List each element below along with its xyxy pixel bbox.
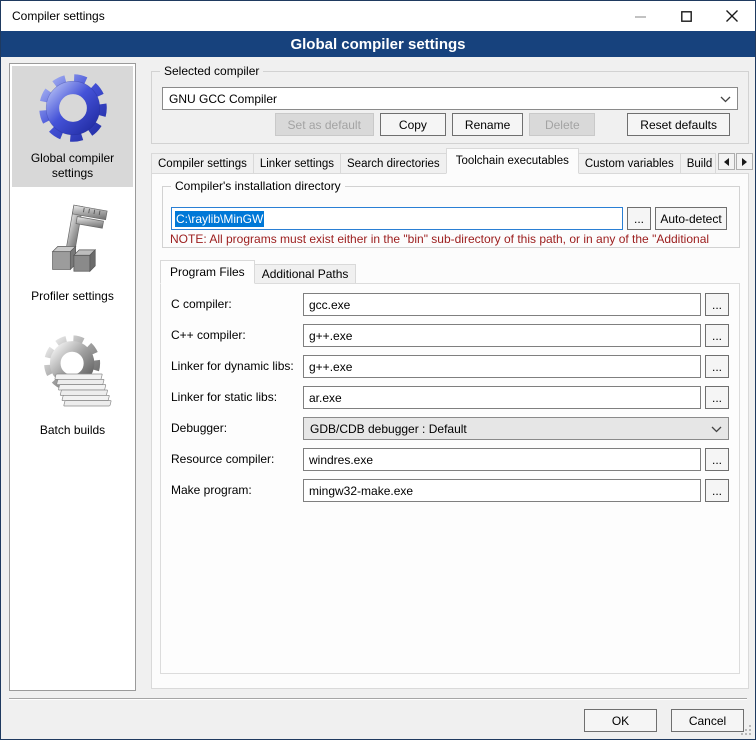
auto-detect-button[interactable]: Auto-detect — [655, 207, 727, 230]
compiler-settings-dialog: Compiler settings Global compiler settin… — [0, 0, 756, 740]
tab-scroll-arrows — [718, 153, 753, 170]
install-dir-browse-button[interactable]: ... — [627, 207, 651, 230]
blue-gear-icon — [15, 71, 130, 148]
tab-scroll-right-button[interactable] — [736, 153, 753, 170]
linker-static-browse-button[interactable]: ... — [705, 386, 729, 409]
selected-compiler-group-label: Selected compiler — [160, 64, 263, 78]
settings-tab-bar: Compiler settings Linker settings Search… — [151, 148, 753, 174]
compiler-select[interactable]: GNU GCC Compiler — [162, 87, 738, 110]
resource-compiler-browse-button[interactable]: ... — [705, 448, 729, 471]
c-compiler-label: C compiler: — [171, 297, 232, 311]
field-row-linker-dynamic: Linker for dynamic libs: ... — [171, 355, 729, 378]
program-files-page: C compiler: ... C++ compiler: ... Linker… — [160, 283, 740, 674]
window-controls — [617, 1, 755, 31]
tab-search-directories[interactable]: Search directories — [340, 153, 447, 174]
program-files-tab-bar: Program Files Additional Paths — [160, 260, 356, 284]
caliper-icon — [15, 200, 130, 285]
tab-custom-variables[interactable]: Custom variables — [578, 153, 681, 174]
close-icon — [726, 10, 738, 22]
bin-subdirectory-note: NOTE: All programs must exist either in … — [170, 232, 747, 246]
toolchain-executables-page: Compiler's installation directory C:\ray… — [151, 173, 749, 689]
sidebar-item-label: Batch builds — [40, 423, 105, 437]
field-row-resource-compiler: Resource compiler: ... — [171, 448, 729, 471]
tab-linker-settings[interactable]: Linker settings — [253, 153, 341, 174]
minimize-icon — [635, 11, 646, 22]
install-dir-selected-text: C:\raylib\MinGW — [175, 211, 264, 227]
maximize-icon — [681, 11, 692, 22]
sidebar-item-batch-builds[interactable]: Batch builds — [12, 326, 133, 445]
close-button[interactable] — [709, 1, 755, 31]
sidebar-item-global-compiler-settings[interactable]: Global compiler settings — [12, 66, 133, 187]
linker-dynamic-label: Linker for dynamic libs: — [171, 359, 294, 373]
tab-toolchain-executables[interactable]: Toolchain executables — [446, 148, 579, 174]
compiler-action-buttons: Set as default Copy Rename Delete Reset … — [275, 113, 730, 136]
resource-compiler-label: Resource compiler: — [171, 452, 274, 466]
footer-separator — [9, 698, 747, 700]
tab-compiler-settings[interactable]: Compiler settings — [151, 153, 254, 174]
field-row-debugger: Debugger: GDB/CDB debugger : Default — [171, 417, 729, 440]
minimize-button[interactable] — [617, 1, 663, 31]
make-program-label: Make program: — [171, 483, 252, 497]
c-compiler-browse-button[interactable]: ... — [705, 293, 729, 316]
sidebar-item-label: Profiler settings — [31, 289, 114, 303]
cpp-compiler-label: C++ compiler: — [171, 328, 246, 342]
tab-scroll-right-icon — [742, 158, 747, 166]
subtab-program-files[interactable]: Program Files — [160, 260, 255, 284]
ok-button[interactable]: OK — [584, 709, 657, 732]
debugger-select[interactable]: GDB/CDB debugger : Default — [303, 417, 729, 440]
compiler-select-value: GNU GCC Compiler — [169, 92, 277, 106]
maximize-button[interactable] — [663, 1, 709, 31]
tab-scroll-left-button[interactable] — [718, 153, 735, 170]
reset-defaults-button[interactable]: Reset defaults — [627, 113, 730, 136]
field-row-cpp-compiler: C++ compiler: ... — [171, 324, 729, 347]
chevron-down-icon — [711, 422, 722, 436]
page-title: Global compiler settings — [1, 31, 755, 57]
field-row-c-compiler: C compiler: ... — [171, 293, 729, 316]
cpp-compiler-input[interactable] — [303, 324, 701, 347]
chevron-down-icon — [720, 92, 731, 106]
field-row-linker-static: Linker for static libs: ... — [171, 386, 729, 409]
tab-build-options[interactable]: Build options — [680, 153, 716, 174]
linker-dynamic-input[interactable] — [303, 355, 701, 378]
window-title: Compiler settings — [1, 9, 105, 23]
title-bar: Compiler settings — [1, 1, 755, 31]
resource-compiler-input[interactable] — [303, 448, 701, 471]
copy-button[interactable]: Copy — [380, 113, 446, 136]
selected-compiler-group: Selected compiler GNU GCC Compiler Set a… — [151, 71, 749, 144]
resize-grip[interactable] — [739, 723, 751, 735]
linker-static-input[interactable] — [303, 386, 701, 409]
gray-gear-stack-icon — [15, 331, 130, 420]
cancel-button[interactable]: Cancel — [671, 709, 744, 732]
installation-directory-group-label: Compiler's installation directory — [171, 179, 345, 193]
rename-button[interactable]: Rename — [452, 113, 523, 136]
settings-category-list: Global compiler settings — [9, 63, 136, 691]
set-as-default-button: Set as default — [275, 113, 374, 136]
debugger-label: Debugger: — [171, 421, 227, 435]
linker-static-label: Linker for static libs: — [171, 390, 277, 404]
sidebar-item-label: Global compiler settings — [31, 151, 114, 179]
install-dir-input[interactable]: C:\raylib\MinGW — [171, 207, 623, 230]
dialog-buttons: OK Cancel — [584, 709, 744, 732]
delete-button: Delete — [529, 113, 595, 136]
make-program-input[interactable] — [303, 479, 701, 502]
subtab-additional-paths[interactable]: Additional Paths — [254, 264, 357, 284]
field-row-make-program: Make program: ... — [171, 479, 729, 502]
sidebar-item-profiler-settings[interactable]: Profiler settings — [12, 195, 133, 310]
debugger-select-value: GDB/CDB debugger : Default — [310, 422, 467, 436]
make-program-browse-button[interactable]: ... — [705, 479, 729, 502]
linker-dynamic-browse-button[interactable]: ... — [705, 355, 729, 378]
cpp-compiler-browse-button[interactable]: ... — [705, 324, 729, 347]
c-compiler-input[interactable] — [303, 293, 701, 316]
tab-scroll-left-icon — [724, 158, 729, 166]
